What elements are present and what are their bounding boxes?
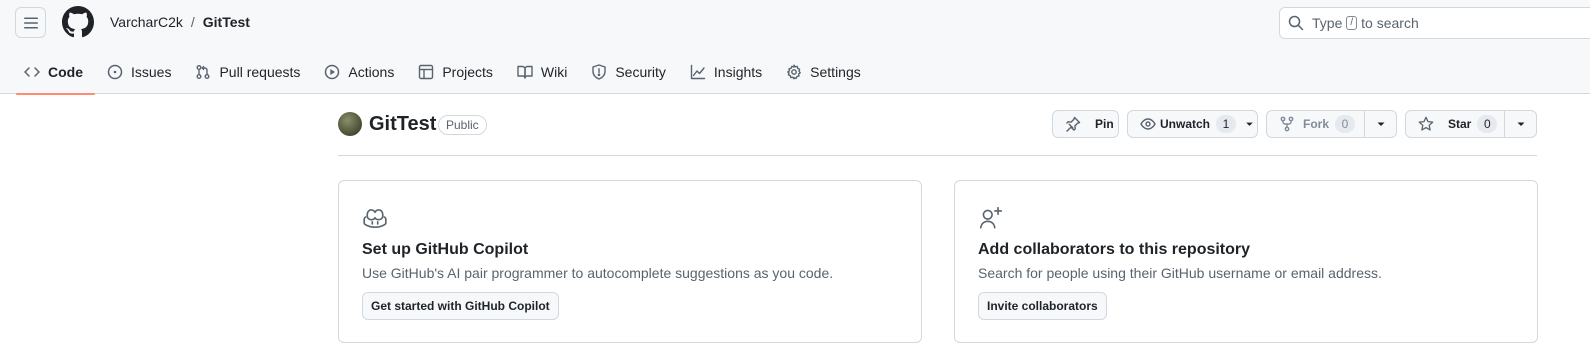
copilot-card-title: Set up GitHub Copilot	[362, 241, 529, 258]
fork-count: 0	[1335, 115, 1356, 133]
app-header: VarcharC2k / GitTest Type / to search Co…	[0, 0, 1590, 95]
tab-issues[interactable]: Issues	[99, 50, 183, 94]
tab-security[interactable]: Security	[583, 50, 678, 94]
tab-security-label: Security	[615, 64, 666, 80]
search-icon	[1288, 15, 1304, 31]
tab-insights-label: Insights	[713, 64, 763, 80]
search-placeholder-prefix: Type	[1312, 15, 1343, 31]
collaborators-card-title: Add collaborators to this repository	[978, 241, 1251, 258]
star-count: 0	[1477, 115, 1498, 133]
fork-dropdown-button[interactable]	[1364, 111, 1396, 137]
invite-collaborators-button[interactable]: Invite collaborators	[978, 292, 1107, 320]
hamburger-icon	[23, 17, 38, 28]
pin-icon	[1066, 116, 1081, 132]
tab-projects[interactable]: Projects	[410, 50, 505, 94]
tab-insights[interactable]: Insights	[682, 50, 774, 94]
watch-count: 1	[1216, 115, 1237, 133]
table-icon	[419, 64, 434, 80]
book-icon	[517, 65, 533, 79]
github-logo-icon[interactable]	[62, 6, 94, 38]
breadcrumb-owner-link[interactable]: VarcharC2k	[110, 14, 183, 30]
collaborators-card-description: Search for people using their GitHub use…	[978, 265, 1382, 281]
fork-label: Fork	[1303, 117, 1330, 131]
person-add-icon	[979, 206, 1003, 229]
repo-nav: Code Issues Pull requests Actions Projec…	[16, 50, 877, 95]
tab-settings-label: Settings	[810, 64, 861, 80]
repo-title[interactable]: GitTest	[369, 113, 436, 136]
fork-button[interactable]: Fork 0	[1267, 115, 1364, 133]
tab-projects-label: Projects	[442, 64, 493, 80]
tab-issues-label: Issues	[131, 64, 172, 80]
tab-wiki-label: Wiki	[540, 64, 568, 80]
pin-label: Pin	[1095, 117, 1114, 131]
unwatch-button-group: Unwatch 1	[1127, 110, 1258, 138]
tab-code[interactable]: Code	[16, 50, 95, 95]
unwatch-button[interactable]: Unwatch 1	[1128, 115, 1237, 133]
menu-button[interactable]	[15, 7, 46, 38]
search-shortcut-key: /	[1346, 16, 1358, 30]
avatar[interactable]	[338, 112, 362, 136]
title-divider	[338, 155, 1537, 156]
chevron-down-icon	[1517, 122, 1525, 126]
tab-actions[interactable]: Actions	[316, 50, 406, 94]
tab-pull-requests-label: Pull requests	[219, 64, 301, 80]
tab-pull-requests[interactable]: Pull requests	[187, 50, 312, 94]
breadcrumb: VarcharC2k / GitTest	[110, 14, 250, 30]
breadcrumb-separator: /	[190, 14, 195, 30]
shield-icon	[592, 64, 607, 80]
graph-icon	[690, 64, 706, 80]
get-started-copilot-button[interactable]: Get started with GitHub Copilot	[362, 292, 559, 320]
eye-icon	[1140, 118, 1156, 130]
copilot-icon	[363, 209, 387, 229]
repo-forked-icon	[1280, 116, 1294, 132]
copilot-card-description: Use GitHub's AI pair programmer to autoc…	[362, 265, 834, 281]
copilot-setup-card: Set up GitHub Copilot Use GitHub's AI pa…	[338, 180, 922, 343]
pin-button[interactable]: Pin	[1052, 110, 1119, 138]
search-input[interactable]: Type / to search	[1279, 7, 1590, 39]
fork-button-group: Fork 0	[1266, 110, 1397, 138]
code-icon	[24, 67, 40, 77]
star-button-group: Star 0	[1405, 110, 1537, 138]
breadcrumb-repo-link[interactable]: GitTest	[203, 14, 250, 30]
chevron-down-icon[interactable]	[1242, 116, 1257, 132]
tab-settings[interactable]: Settings	[778, 50, 873, 94]
gear-icon	[787, 64, 802, 80]
search-placeholder-suffix: to search	[1361, 15, 1419, 31]
tab-code-label: Code	[48, 64, 83, 80]
add-collaborators-card: Add collaborators to this repository Sea…	[954, 180, 1538, 343]
star-icon	[1418, 116, 1434, 131]
unwatch-label: Unwatch	[1160, 117, 1211, 131]
tab-wiki[interactable]: Wiki	[509, 50, 579, 94]
git-pull-request-icon	[196, 65, 210, 79]
star-label: Star	[1448, 117, 1472, 131]
star-dropdown-button[interactable]	[1504, 111, 1536, 137]
visibility-badge: Public	[438, 115, 487, 135]
play-icon	[325, 64, 340, 80]
issue-opened-icon	[107, 64, 123, 80]
tab-actions-label: Actions	[348, 64, 395, 80]
chevron-down-icon	[1377, 122, 1385, 126]
star-button[interactable]: Star 0	[1406, 115, 1504, 133]
